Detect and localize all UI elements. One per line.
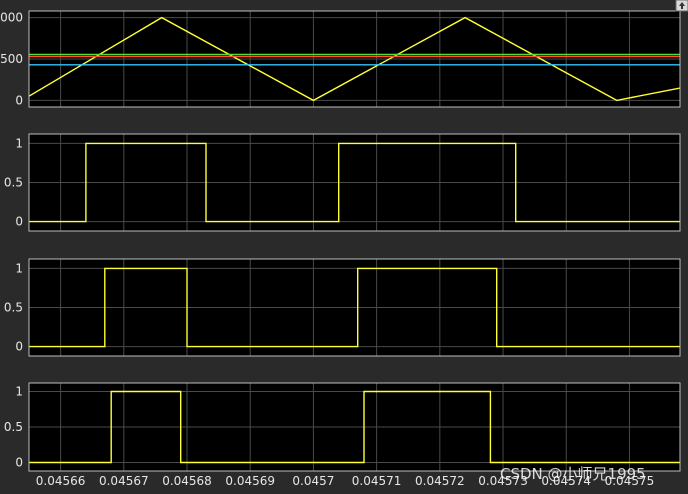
scope-panel-4: 00.51: [4, 382, 681, 472]
y-tick-label: 0: [15, 93, 23, 107]
scope-panel-3: 00.51: [4, 258, 681, 357]
y-tick-label: 0: [15, 215, 23, 229]
y-tick-label: 1000: [0, 11, 23, 25]
x-tick-label: 0.04566: [36, 474, 86, 488]
x-tick-label: 0.04569: [225, 474, 275, 488]
x-tick-label: 0.04571: [352, 474, 402, 488]
scope-panel-2: 00.51: [4, 133, 681, 232]
y-tick-label: 0: [15, 455, 23, 469]
restore-view-button[interactable]: [675, 0, 688, 12]
y-tick-label: 1: [15, 261, 23, 275]
y-tick-label: 500: [0, 52, 23, 66]
x-tick-label: 0.04567: [99, 474, 149, 488]
scope-figure: 0500100000.5100.5100.51 0.045660.045670.…: [0, 0, 688, 488]
x-tick-label: 0.0457: [292, 474, 334, 488]
x-tick-label: 0.04568: [162, 474, 212, 488]
y-tick-label: 1: [15, 385, 23, 399]
y-tick-label: 0.5: [4, 420, 23, 434]
watermark-text: CSDN @小师兄1995: [500, 465, 646, 483]
y-tick-label: 0: [15, 340, 23, 354]
y-tick-label: 0.5: [4, 176, 23, 190]
scope-panels: 0500100000.5100.5100.51: [0, 10, 681, 472]
y-tick-label: 1: [15, 136, 23, 150]
scope-panel-1: 0 500 1000: [0, 10, 681, 108]
x-tick-label: 0.04572: [415, 474, 465, 488]
y-tick-label: 0.5: [4, 301, 23, 315]
